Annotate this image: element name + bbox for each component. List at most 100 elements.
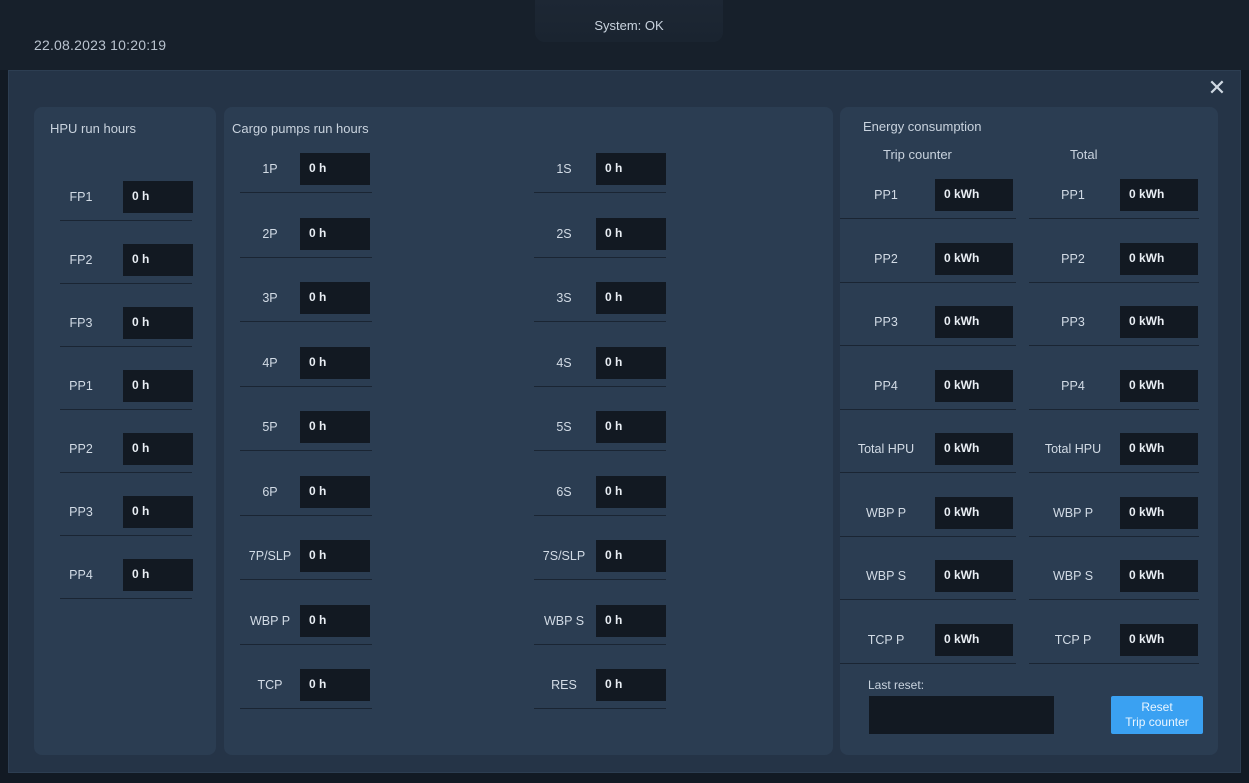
cargo-port-row-6-value[interactable]: 0 h <box>300 475 370 508</box>
total-row-3-value[interactable]: 0 kWh <box>1120 306 1198 338</box>
hpu-row-fp3: FP3 0 h <box>60 307 193 347</box>
cargo-stbd-row-4: 4S 0 h <box>534 346 666 387</box>
cargo-port-row-7-value[interactable]: 0 h <box>300 540 370 572</box>
cargo-stbd-row-7: 7S/SLP 0 h <box>534 540 666 580</box>
cargo-stbd-row-9-value[interactable]: 0 h <box>596 669 666 701</box>
trip-row-4: PP4 0 kWh <box>840 369 1016 410</box>
cargo-stbd-row-9: RES 0 h <box>534 669 666 709</box>
cargo-stbd-row-1-label: 1S <box>556 162 572 176</box>
cargo-stbd-row-5-value[interactable]: 0 h <box>596 411 666 443</box>
hpu-row-pp4: PP4 0 h <box>60 559 193 599</box>
trip-row-6-value[interactable]: 0 kWh <box>935 496 1013 529</box>
cargo-stbd-row-8-label: WBP S <box>543 613 585 628</box>
hpu-row-pp3-value[interactable]: 0 h <box>123 496 193 528</box>
cargo-port-row-5-value[interactable]: 0 h <box>300 411 370 443</box>
top-bar: 22.08.2023 10:20:19 System: OK <box>0 0 1249 70</box>
cargo-port-row-7-label: 7P/SLP <box>248 549 292 563</box>
total-row-2-value[interactable]: 0 kWh <box>1120 242 1198 275</box>
total-row-4: PP4 0 kWh <box>1029 369 1199 410</box>
total-row-6: WBP P 0 kWh <box>1029 496 1199 537</box>
cargo-stbd-row-5-label: 5S <box>556 420 572 434</box>
cargo-title: Cargo pumps run hours <box>232 121 369 136</box>
total-row-5: Total HPU 0 kWh <box>1029 433 1199 473</box>
trip-row-1-label: PP1 <box>874 188 898 202</box>
trip-row-6: WBP P 0 kWh <box>840 496 1016 537</box>
cargo-port-row-4-value[interactable]: 0 h <box>300 346 370 379</box>
trip-row-1-value[interactable]: 0 kWh <box>935 179 1013 211</box>
reset-trip-counter-button[interactable]: Reset Trip counter <box>1111 696 1203 734</box>
datetime: 22.08.2023 10:20:19 <box>34 37 167 53</box>
hpu-row-pp2-value[interactable]: 0 h <box>123 433 193 465</box>
trip-row-5-value[interactable]: 0 kWh <box>935 433 1013 465</box>
total-title: Total <box>1070 147 1098 162</box>
total-row-7-label: WBP S <box>1052 569 1094 583</box>
hpu-row-fp2-value[interactable]: 0 h <box>123 244 193 276</box>
trip-row-5-label: Total HPU <box>857 442 915 456</box>
cargo-port-row-2: 2P 0 h <box>240 217 372 258</box>
total-row-3-label: PP3 <box>1061 315 1085 329</box>
trip-row-8-value[interactable]: 0 kWh <box>935 623 1013 656</box>
total-row-2-label: PP2 <box>1061 251 1085 266</box>
cargo-stbd-row-6: 6S 0 h <box>534 475 666 516</box>
cargo-port-row-1-value[interactable]: 0 h <box>300 153 370 185</box>
trip-row-3-label: PP3 <box>874 315 898 329</box>
cargo-stbd-row-2-value[interactable]: 0 h <box>596 217 666 250</box>
cargo-port-row-3-value[interactable]: 0 h <box>300 282 370 314</box>
hpu-row-pp1-label: PP1 <box>69 379 93 393</box>
total-row-7: WBP S 0 kWh <box>1029 560 1199 600</box>
cargo-stbd-row-4-value[interactable]: 0 h <box>596 346 666 379</box>
cargo-stbd-row-7-value[interactable]: 0 h <box>596 540 666 572</box>
cargo-panel: Cargo pumps run hours 1P 0 h 2P 0 h 3P 0 h 4P 0… <box>224 107 833 755</box>
cargo-port-row-4-label: 4P <box>262 355 278 370</box>
total-row-1-value[interactable]: 0 kWh <box>1120 179 1198 211</box>
hpu-row-pp4-value[interactable]: 0 h <box>123 559 193 591</box>
hpu-row-pp1-value[interactable]: 0 h <box>123 370 193 402</box>
cargo-port-row-8-value[interactable]: 0 h <box>300 604 370 637</box>
trip-row-2-value[interactable]: 0 kWh <box>935 242 1013 275</box>
hpu-row-pp2: PP2 0 h <box>60 433 193 473</box>
energy-title: Energy consumption <box>863 119 982 134</box>
cargo-stbd-row-1: 1S 0 h <box>534 153 666 193</box>
total-row-7-value[interactable]: 0 kWh <box>1120 560 1198 592</box>
trip-row-1: PP1 0 kWh <box>840 179 1016 219</box>
trip-row-3-value[interactable]: 0 kWh <box>935 306 1013 338</box>
total-row-4-value[interactable]: 0 kWh <box>1120 369 1198 402</box>
total-row-5-value[interactable]: 0 kWh <box>1120 433 1198 465</box>
reset-button-line-2: Trip counter <box>1125 715 1189 729</box>
cargo-stbd-row-8-value[interactable]: 0 h <box>596 604 666 637</box>
total-row-8-label: TCP P <box>1054 632 1092 647</box>
hpu-row-fp3-value[interactable]: 0 h <box>123 307 193 339</box>
cargo-stbd-row-5: 5S 0 h <box>534 411 666 451</box>
cargo-port-row-4: 4P 0 h <box>240 346 372 387</box>
hpu-row-pp2-label: PP2 <box>69 442 93 456</box>
hpu-row-fp1-label: FP1 <box>69 190 93 204</box>
cargo-port-row-2-label: 2P <box>262 226 278 241</box>
cargo-port-row-8-label: WBP P <box>249 613 291 628</box>
trip-row-8: TCP P 0 kWh <box>840 623 1016 664</box>
cargo-port-row-9-value[interactable]: 0 h <box>300 669 370 701</box>
trip-row-7-value[interactable]: 0 kWh <box>935 560 1013 592</box>
cargo-stbd-row-9-label: RES <box>551 678 577 692</box>
cargo-stbd-row-6-value[interactable]: 0 h <box>596 475 666 508</box>
cargo-port-row-2-value[interactable]: 0 h <box>300 217 370 250</box>
cargo-port-row-5-label: 5P <box>262 420 278 434</box>
trip-row-6-label: WBP P <box>865 505 907 520</box>
trip-row-4-label: PP4 <box>874 378 898 393</box>
trip-row-4-value[interactable]: 0 kWh <box>935 369 1013 402</box>
hpu-row-fp2-label: FP2 <box>69 253 93 267</box>
total-row-4-label: PP4 <box>1061 378 1085 393</box>
trip-row-7: WBP S 0 kWh <box>840 560 1016 600</box>
total-row-6-value[interactable]: 0 kWh <box>1120 496 1198 529</box>
cargo-port-row-5: 5P 0 h <box>240 411 372 451</box>
hpu-row-pp4-label: PP4 <box>69 568 93 582</box>
system-status-tab[interactable]: System: OK <box>535 0 723 42</box>
hpu-row-pp3: PP3 0 h <box>60 496 193 536</box>
close-icon[interactable]: ✕ <box>1206 77 1228 99</box>
cargo-stbd-row-1-value[interactable]: 0 h <box>596 153 666 185</box>
total-row-8: TCP P 0 kWh <box>1029 623 1199 664</box>
total-row-8-value[interactable]: 0 kWh <box>1120 623 1198 656</box>
cargo-port-row-6-label: 6P <box>262 484 278 499</box>
cargo-stbd-row-3-value[interactable]: 0 h <box>596 282 666 314</box>
hpu-row-fp1-value[interactable]: 0 h <box>123 181 193 213</box>
trip-row-7-label: WBP S <box>865 569 907 583</box>
